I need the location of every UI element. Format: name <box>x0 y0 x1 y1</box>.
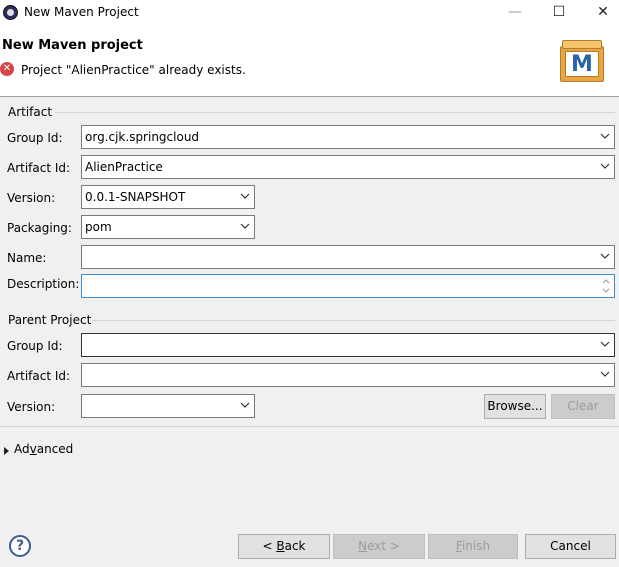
name-label: Name: <box>7 251 47 265</box>
banner-divider <box>0 96 619 97</box>
title-bar: New Maven Project — ☐ ✕ <box>0 0 619 26</box>
parent-group-id-combo[interactable] <box>81 333 615 357</box>
browse-button[interactable]: Browse... <box>484 394 546 419</box>
chevron-down-icon[interactable] <box>600 251 610 261</box>
group-id-combo[interactable]: org.cjk.springcloud <box>81 125 615 149</box>
packaging-value: pom <box>85 220 112 234</box>
next-label-part: ext > <box>367 539 400 553</box>
artifact-id-label: Artifact Id: <box>7 161 71 175</box>
next-button[interactable]: Next > <box>333 534 425 559</box>
window-title: New Maven Project <box>24 5 139 19</box>
back-label-part: < <box>262 539 277 553</box>
clear-button[interactable]: Clear <box>551 394 615 419</box>
finish-label-part: inish <box>461 539 491 553</box>
advanced-label-mnemonic: v <box>29 442 37 456</box>
error-message: Project "AlienPractice" already exists. <box>21 63 246 77</box>
version-label: Version: <box>7 191 56 205</box>
minimize-button[interactable]: — <box>492 0 538 26</box>
wizard-banner: New Maven project ✕ Project "AlienPracti… <box>0 26 619 96</box>
advanced-section-toggle[interactable]: Advanced <box>14 442 73 456</box>
next-label-mnemonic: N <box>358 539 368 553</box>
parent-version-label: Version: <box>7 400 56 414</box>
maven-logo-icon: M <box>559 38 605 82</box>
maximize-button[interactable]: ☐ <box>536 0 582 26</box>
eclipse-app-icon <box>3 5 18 20</box>
advanced-label-part: Ad <box>14 442 30 456</box>
packaging-select[interactable]: pom <box>81 215 255 239</box>
description-label: Description: <box>7 277 80 291</box>
parent-artifact-id-label: Artifact Id: <box>7 369 71 383</box>
group-id-label: Group Id: <box>7 131 63 145</box>
parent-version-select[interactable] <box>81 394 255 418</box>
expand-triangle-icon[interactable] <box>3 445 11 455</box>
parent-project-group-label: Parent Project <box>8 313 92 327</box>
parent-group-line <box>92 320 615 321</box>
close-button[interactable]: ✕ <box>580 0 619 26</box>
wizard-page-title: New Maven project <box>2 38 143 53</box>
version-select[interactable]: 0.0.1-SNAPSHOT <box>81 185 255 209</box>
chevron-down-icon[interactable] <box>240 191 250 201</box>
artifact-id-combo[interactable]: AlienPractice <box>81 155 615 179</box>
back-button[interactable]: < Back <box>238 534 330 559</box>
name-combo[interactable] <box>81 245 615 269</box>
parent-artifact-id-combo[interactable] <box>81 363 615 387</box>
artifact-group-label: Artifact <box>8 105 53 119</box>
chevron-down-icon[interactable] <box>240 400 250 410</box>
back-label-mnemonic: B <box>276 539 285 553</box>
chevron-down-icon[interactable] <box>600 369 610 379</box>
chevron-down-icon[interactable] <box>600 131 610 141</box>
finish-button[interactable]: Finish <box>428 534 518 559</box>
description-textarea[interactable] <box>81 274 615 298</box>
artifact-id-value: AlienPractice <box>85 160 163 174</box>
advanced-divider <box>0 426 619 427</box>
version-value: 0.0.1-SNAPSHOT <box>85 190 186 204</box>
chevron-down-icon[interactable] <box>600 339 610 349</box>
artifact-group-line <box>55 112 615 113</box>
group-id-value: org.cjk.springcloud <box>85 130 200 144</box>
chevron-down-icon[interactable] <box>240 221 250 231</box>
maven-logo-letter: M <box>565 51 599 77</box>
parent-group-id-label: Group Id: <box>7 339 63 353</box>
error-icon: ✕ <box>0 62 14 76</box>
cancel-button[interactable]: Cancel <box>525 534 616 559</box>
scroll-spinner-icon[interactable] <box>600 276 612 296</box>
chevron-down-icon[interactable] <box>600 161 610 171</box>
advanced-label-part: anced <box>36 442 74 456</box>
back-label-part: ack <box>284 539 306 553</box>
packaging-label: Packaging: <box>7 221 72 235</box>
help-icon[interactable]: ? <box>9 535 31 557</box>
